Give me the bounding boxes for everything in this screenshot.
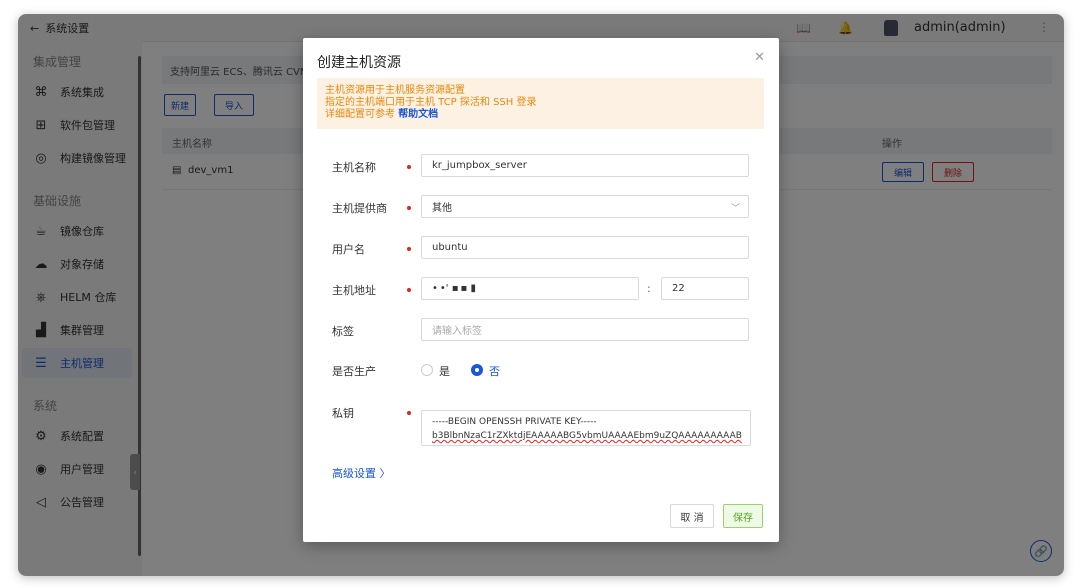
tags-label: 标签 — [332, 325, 354, 338]
port-separator: : — [647, 282, 651, 295]
help-doc-link[interactable]: 帮助文档 — [398, 109, 438, 120]
private-key-label: 私钥 — [332, 407, 354, 420]
close-icon[interactable]: ✕ — [754, 50, 765, 65]
provider-select[interactable]: 其他 ﹀ — [421, 195, 749, 218]
host-name-label: 主机名称 — [332, 161, 376, 174]
required-mark — [407, 206, 411, 210]
advanced-settings-toggle[interactable]: 高级设置 〉 — [332, 465, 391, 481]
chevron-down-icon: ﹀ — [730, 204, 740, 214]
private-key-textarea[interactable]: -----BEGIN OPENSSH PRIVATE KEY----- b3Bl… — [421, 410, 751, 446]
dialog-title: 创建主机资源 — [317, 55, 401, 71]
tags-input[interactable]: 请输入标签 — [421, 318, 749, 341]
host-name-input[interactable]: kr_jumpbox_server — [421, 154, 749, 177]
key-line-2: b3BlbnNzaC1rZXktdjEAAAAABG5vbmUAAAAEbm9u… — [432, 431, 742, 441]
required-mark — [407, 165, 411, 169]
required-mark — [407, 247, 411, 251]
port-input[interactable]: 22 — [661, 277, 749, 300]
radio-no[interactable] — [471, 364, 483, 376]
key-line-1: -----BEGIN OPENSSH PRIVATE KEY----- — [432, 417, 597, 427]
host-address-label: 主机地址 — [332, 284, 376, 297]
tip-line-3-text: 详细配置可参考 — [325, 109, 395, 120]
production-radio-group: 是 否 — [421, 364, 541, 378]
host-address-input[interactable]: • •' ▪ ▪ ▮ — [421, 277, 639, 300]
app-window: ← 系统设置 集成管理 ⌘ 系统集成 ⊞ 软件包管理 ◎ 构建镜像管理 基础设施… — [18, 14, 1064, 576]
provider-value: 其他 — [432, 203, 452, 214]
username-label: 用户名 — [332, 243, 365, 256]
provider-label: 主机提供商 — [332, 202, 387, 215]
required-mark — [407, 411, 411, 415]
radio-yes[interactable] — [421, 364, 433, 376]
radio-no-label[interactable]: 否 — [489, 363, 500, 379]
username-input[interactable]: ubuntu — [421, 236, 749, 259]
tip-line-1: 主机资源用于主机服务资源配置 — [325, 85, 465, 96]
production-label: 是否生产 — [332, 365, 376, 378]
tip-line-3: 详细配置可参考 帮助文档 — [325, 109, 756, 121]
info-tip: 主机资源用于主机服务资源配置 指定的主机端口用于主机 TCP 探活和 SSH 登… — [317, 78, 764, 129]
radio-yes-label[interactable]: 是 — [439, 363, 450, 379]
cancel-button[interactable]: 取 消 — [670, 504, 714, 528]
required-mark — [407, 288, 411, 292]
tip-line-2: 指定的主机端口用于主机 TCP 探活和 SSH 登录 — [325, 97, 537, 108]
save-button[interactable]: 保存 — [723, 504, 763, 528]
create-host-dialog: 创建主机资源 ✕ 主机资源用于主机服务资源配置 指定的主机端口用于主机 TCP … — [303, 38, 779, 542]
